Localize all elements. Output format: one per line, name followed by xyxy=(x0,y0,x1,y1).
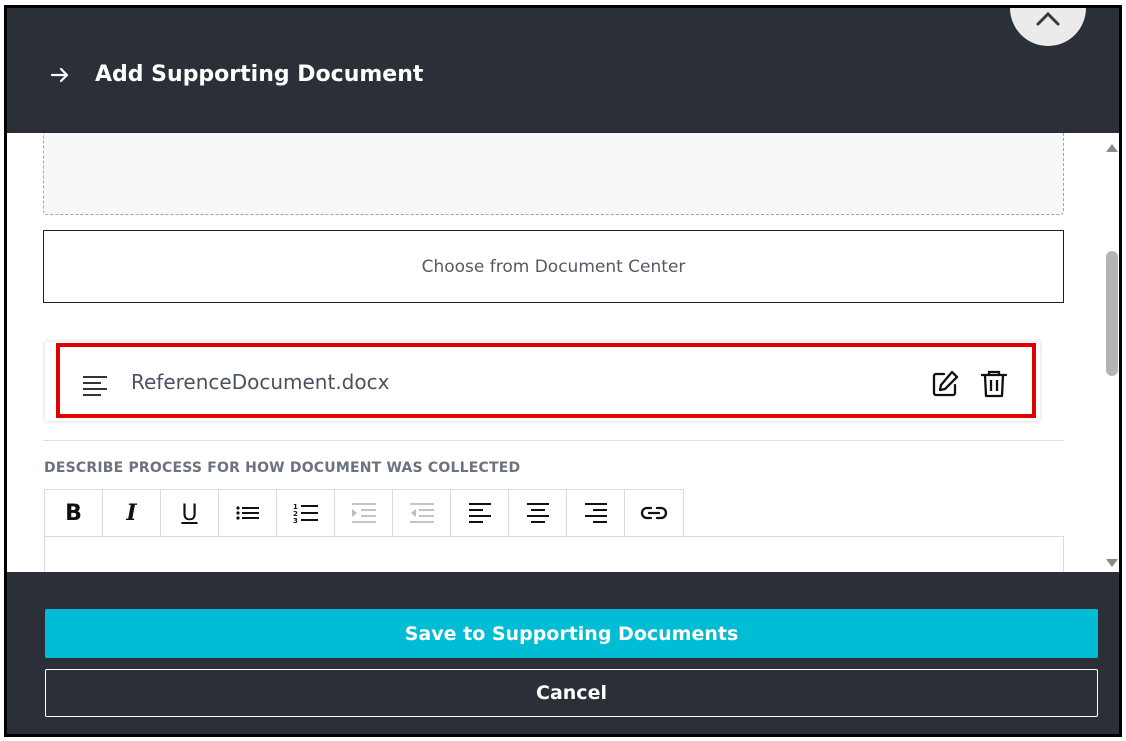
trash-icon[interactable] xyxy=(980,369,1008,399)
align-left-button[interactable] xyxy=(451,490,509,536)
file-dropzone[interactable] xyxy=(43,133,1064,215)
bold-button[interactable]: B xyxy=(45,490,103,536)
numbered-list-button[interactable]: 1 2 3 xyxy=(277,490,335,536)
scrollbar-thumb[interactable] xyxy=(1106,251,1118,376)
cancel-button[interactable]: Cancel xyxy=(45,669,1098,717)
modal-footer: Save to Supporting Documents Cancel xyxy=(7,572,1119,734)
indent-icon xyxy=(351,503,376,523)
modal-frame: Add Supporting Document Choose from Docu… xyxy=(4,5,1122,737)
scroll-down-icon[interactable] xyxy=(1106,558,1118,568)
description-editor[interactable] xyxy=(44,536,1064,572)
bold-label: B xyxy=(65,500,82,526)
svg-text:3: 3 xyxy=(293,517,298,524)
outdent-icon xyxy=(409,503,434,523)
document-file-name: ReferenceDocument.docx xyxy=(131,370,390,394)
italic-label: I xyxy=(126,500,137,526)
arrow-right-icon[interactable] xyxy=(49,64,71,86)
rich-text-toolbar: B I U 1 2 3 xyxy=(44,489,684,537)
modal-header: Add Supporting Document xyxy=(7,8,1119,133)
content-scrollbar[interactable] xyxy=(1101,133,1119,572)
outdent-button[interactable] xyxy=(393,490,451,536)
align-right-button[interactable] xyxy=(567,490,625,536)
save-to-supporting-documents-button[interactable]: Save to Supporting Documents xyxy=(45,609,1098,658)
close-button[interactable] xyxy=(1010,8,1086,46)
close-icon xyxy=(1036,11,1060,26)
bullet-list-button[interactable] xyxy=(219,490,277,536)
choose-document-center-button[interactable]: Choose from Document Center xyxy=(43,230,1064,303)
section-divider xyxy=(43,440,1064,441)
numbered-list-icon: 1 2 3 xyxy=(293,503,318,524)
indent-button[interactable] xyxy=(335,490,393,536)
link-icon xyxy=(640,506,668,520)
align-left-icon xyxy=(468,503,491,523)
align-center-icon xyxy=(526,503,549,523)
bullet-list-icon xyxy=(235,506,259,520)
italic-button[interactable]: I xyxy=(103,490,161,536)
align-right-icon xyxy=(584,503,607,523)
text-lines-icon xyxy=(83,376,107,396)
underline-label: U xyxy=(181,500,198,526)
scroll-up-icon[interactable] xyxy=(1106,143,1118,153)
align-center-button[interactable] xyxy=(509,490,567,536)
edit-icon[interactable] xyxy=(930,369,960,399)
modal-title: Add Supporting Document xyxy=(95,62,424,87)
modal-content: Choose from Document Center ReferenceDoc… xyxy=(7,133,1119,572)
description-label: DESCRIBE PROCESS FOR HOW DOCUMENT WAS CO… xyxy=(44,460,521,476)
link-button[interactable] xyxy=(625,490,683,536)
underline-button[interactable]: U xyxy=(161,490,219,536)
